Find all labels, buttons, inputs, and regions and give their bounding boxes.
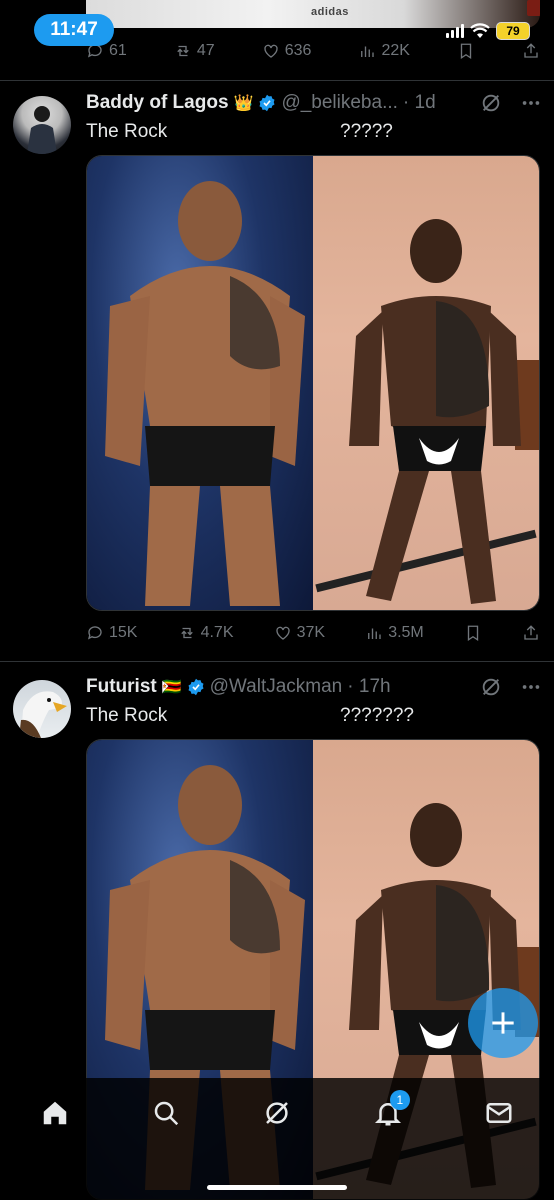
display-name[interactable]: Baddy of Lagos [86, 92, 229, 114]
divider [0, 661, 554, 662]
views-icon [368, 628, 381, 639]
like-icon [275, 626, 290, 640]
tweet-text: The Rock????? [86, 121, 393, 143]
eagle-avatar-figure [19, 691, 67, 738]
verified-icon [259, 94, 275, 112]
media-left-image [87, 156, 313, 610]
grok-icon[interactable] [480, 676, 502, 698]
notifications-badge: 1 [389, 1090, 410, 1110]
wrestler-figure [105, 181, 305, 606]
brand-logo-text: adidas [311, 6, 349, 18]
bookmark-icon [460, 43, 472, 60]
repost-button[interactable]: 47 [174, 42, 215, 60]
views-button[interactable]: 3.5M [365, 624, 424, 642]
nav-search[interactable] [146, 1098, 186, 1138]
repost-count: 47 [196, 42, 215, 59]
like-count: 37K [296, 624, 326, 641]
lookalike-figure [349, 219, 521, 604]
status-icons: 79 [446, 22, 530, 40]
tweet-time[interactable]: · 1d [403, 92, 436, 114]
nav-messages[interactable] [479, 1098, 519, 1138]
handle[interactable]: @_belikeba... [281, 92, 397, 114]
avatar-figure [27, 106, 57, 154]
views-icon [361, 46, 375, 57]
wifi-icon [470, 23, 490, 38]
reply-count: 15K [109, 624, 138, 641]
bottom-nav: 1 [0, 1078, 554, 1200]
reply-count: 61 [109, 42, 127, 59]
compose-button[interactable] [468, 988, 538, 1058]
tweet-media[interactable] [86, 155, 540, 611]
share-icon [524, 43, 538, 58]
repost-icon [180, 627, 193, 639]
name-emoji: 👑 [233, 95, 254, 112]
avatar[interactable] [13, 680, 71, 738]
bookmark-icon [467, 625, 479, 642]
share-button[interactable] [522, 42, 540, 60]
handle[interactable]: @WaltJackman [210, 676, 343, 698]
tweet-actions: 15K 4.7K 37K 3.5M [86, 624, 540, 642]
share-button[interactable] [522, 624, 540, 642]
nav-notifications[interactable]: 1 [368, 1090, 410, 1138]
share-icon [524, 625, 538, 640]
messages-icon [486, 1103, 512, 1123]
search-icon [154, 1101, 179, 1126]
repost-button[interactable]: 4.7K [178, 624, 234, 642]
reply-icon [87, 626, 102, 640]
tweet-time[interactable]: · 17h [347, 676, 390, 698]
repost-count: 4.7K [200, 624, 234, 641]
signal-icon [446, 24, 464, 38]
tweet-text-right: ??????? [340, 705, 414, 726]
tweet-header: Baddy of Lagos 👑 @_belikeba... · 1d [86, 92, 542, 114]
like-button[interactable]: 636 [262, 42, 312, 60]
more-icon[interactable] [520, 676, 542, 698]
verified-icon [188, 678, 204, 696]
nav-grok[interactable] [257, 1098, 297, 1138]
battery-indicator: 79 [496, 22, 530, 40]
name-emoji: 🇿🇼 [161, 679, 182, 696]
reply-button[interactable]: 15K [86, 624, 137, 642]
more-icon[interactable] [520, 92, 542, 114]
tweet-header: Futurist 🇿🇼 @WaltJackman · 17h [86, 676, 542, 698]
status-time[interactable]: 11:47 [34, 14, 114, 46]
divider [0, 80, 554, 81]
tweet-text-left: The Rock [86, 121, 168, 142]
bookmark-button[interactable] [457, 42, 475, 60]
home-icon [44, 1101, 67, 1125]
bookmark-button[interactable] [464, 624, 482, 642]
tweet-text: The Rock??????? [86, 705, 414, 727]
media-right-image [313, 156, 539, 610]
nav-home[interactable] [35, 1098, 75, 1138]
grok-icon[interactable] [480, 92, 502, 114]
tweet-text-right: ????? [340, 121, 393, 142]
avatar[interactable] [13, 96, 71, 154]
club-badge [527, 0, 540, 16]
like-button[interactable]: 37K [274, 624, 325, 642]
views-count: 22K [381, 42, 410, 59]
compose-icon [492, 1012, 514, 1034]
previous-tweet-actions: 61 47 636 22K [86, 42, 540, 60]
like-icon [264, 44, 278, 58]
tweet-text-left: The Rock [86, 705, 168, 726]
home-indicator [207, 1185, 347, 1190]
repost-icon [177, 45, 189, 57]
like-count: 636 [284, 42, 312, 59]
display-name[interactable]: Futurist [86, 676, 157, 698]
views-button[interactable]: 22K [358, 42, 410, 60]
views-count: 3.5M [388, 624, 424, 641]
grok-icon [266, 1102, 288, 1124]
